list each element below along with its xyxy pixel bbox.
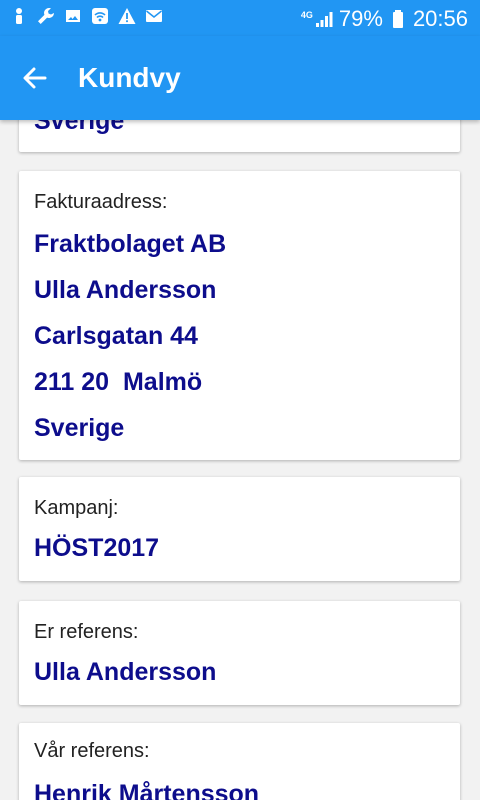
campaign-value: HÖST2017 [34, 534, 160, 562]
warning-icon [118, 7, 136, 25]
our-reference-card: Vår referens: Henrik Mårtensson [19, 723, 460, 800]
country-card: Sverige [19, 120, 460, 152]
our-reference-value: Henrik Mårtensson [34, 780, 260, 800]
clock: 20:56 [412, 6, 468, 31]
battery-percent: 79% [338, 6, 383, 31]
your-reference-label: Er referens: [34, 621, 139, 643]
wifi-icon [91, 7, 109, 25]
campaign-label: Kampanj: [34, 497, 119, 519]
your-reference-value: Ulla Andersson [34, 658, 217, 686]
invoice-street: Carlsgatan 44 [34, 322, 198, 350]
back-arrow-icon [23, 67, 47, 89]
back-button[interactable] [0, 36, 70, 120]
our-reference-label: Vår referens: [34, 740, 150, 762]
invoice-postal-city: 211 20 Malmö [34, 368, 203, 396]
system-status: 4G 79% 20:56 [301, 6, 468, 32]
person-icon [10, 7, 28, 25]
invoice-contact: Ulla Andersson [34, 276, 217, 304]
battery-icon [389, 10, 407, 28]
country-value: Sverige [34, 120, 125, 135]
image-icon [64, 7, 82, 25]
invoice-address-card: Fakturaadress: Fraktbolaget AB Ulla Ande… [19, 171, 460, 460]
mail-icon [145, 7, 163, 25]
app-bar: Kundvy [0, 36, 480, 120]
signal-icon [315, 10, 333, 28]
invoice-address-label: Fakturaadress: [34, 191, 168, 213]
your-reference-card: Er referens: Ulla Andersson [19, 601, 460, 705]
customer-details[interactable]: Sverige Fakturaadress: Fraktbolaget AB U… [0, 120, 480, 800]
notification-icons [10, 7, 163, 25]
page-title: Kundvy [78, 62, 181, 93]
status-bar: 4G 79% 20:56 [0, 0, 480, 36]
invoice-company: Fraktbolaget AB [34, 230, 227, 258]
invoice-country: Sverige [34, 414, 125, 442]
network-type: 4G [300, 9, 313, 20]
wrench-icon [37, 7, 55, 25]
campaign-card: Kampanj: HÖST2017 [19, 477, 460, 581]
